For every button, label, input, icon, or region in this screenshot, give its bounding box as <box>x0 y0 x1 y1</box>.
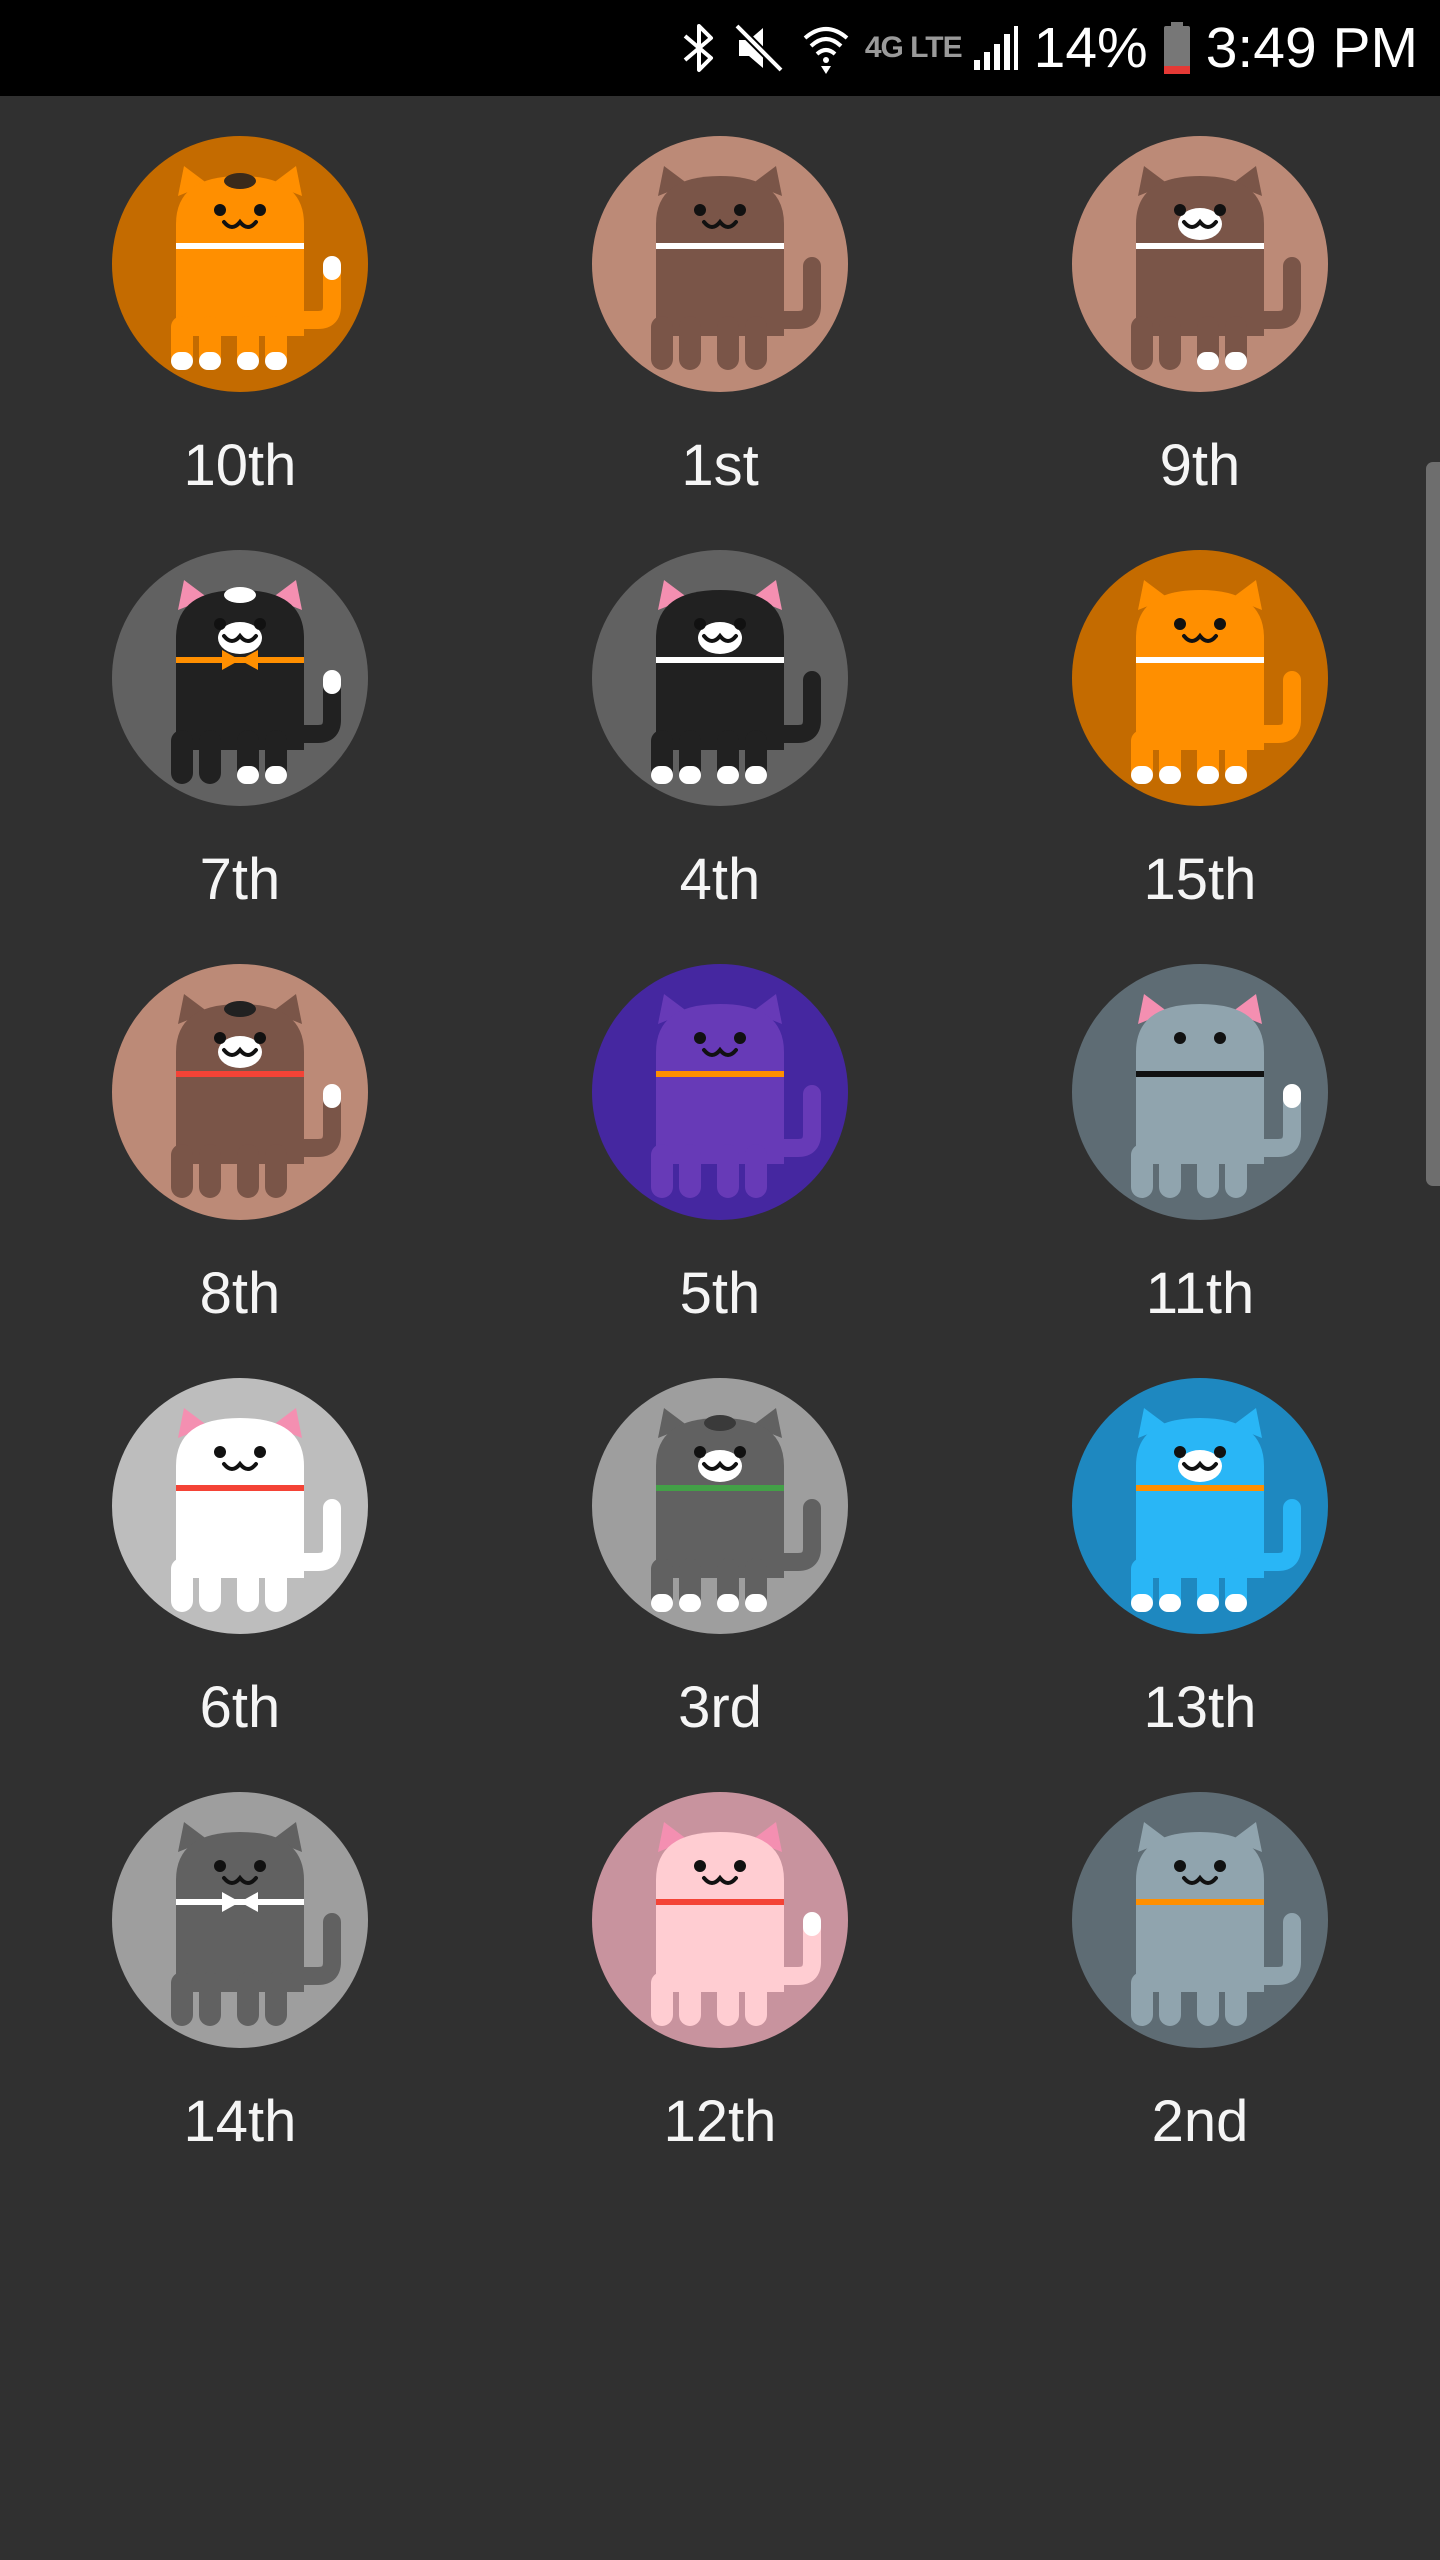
cat-label: 15th <box>1143 847 1257 912</box>
cat-item[interactable]: 10th <box>0 96 480 510</box>
cat-label: 7th <box>199 847 281 912</box>
cat-item[interactable]: 7th <box>0 510 480 924</box>
cat-icon <box>592 550 848 806</box>
cat-icon <box>1072 136 1328 392</box>
cat-item[interactable]: 4th <box>480 510 960 924</box>
battery-percent: 14% <box>1033 16 1148 80</box>
cat-label: 13th <box>1143 1675 1257 1740</box>
cat-item[interactable]: 15th <box>960 510 1440 924</box>
lte-icon: 4G LTE <box>864 31 963 64</box>
cat-icon <box>112 136 368 392</box>
cat-item[interactable]: 3rd <box>480 1338 960 1752</box>
cat-label: 5th <box>679 1261 761 1326</box>
cat-item[interactable]: 6th <box>0 1338 480 1752</box>
clock: 3:49 PM <box>1205 16 1418 80</box>
cat-icon <box>592 1792 848 2048</box>
wifi-icon <box>801 20 851 76</box>
cat-icon <box>1072 964 1328 1220</box>
cat-label: 6th <box>199 1675 281 1740</box>
cat-item[interactable]: 12th <box>480 1752 960 2166</box>
cat-icon <box>112 964 368 1220</box>
cat-icon <box>112 550 368 806</box>
cat-label: 9th <box>1159 433 1241 498</box>
cat-icon <box>592 1378 848 1634</box>
mute-icon <box>731 20 787 76</box>
cat-item[interactable]: 5th <box>480 924 960 1338</box>
cat-icon <box>1072 1378 1328 1634</box>
cat-item[interactable]: 1st <box>480 96 960 510</box>
cat-icon <box>592 136 848 392</box>
cat-item[interactable]: 14th <box>0 1752 480 2166</box>
cat-label: 2nd <box>1151 2089 1249 2154</box>
cat-label: 8th <box>199 1261 281 1326</box>
cat-icon <box>112 1792 368 2048</box>
scrollbar-thumb[interactable] <box>1426 462 1440 1186</box>
cat-item[interactable]: 8th <box>0 924 480 1338</box>
cat-label: 3rd <box>678 1675 762 1740</box>
cat-label: 14th <box>183 2089 297 2154</box>
cat-label: 10th <box>183 433 297 498</box>
cat-item[interactable]: 2nd <box>960 1752 1440 2166</box>
status-icons: 4G LTE 14% 3:49 PM <box>681 0 1418 96</box>
cat-label: 4th <box>679 847 761 912</box>
cat-label: 12th <box>663 2089 777 2154</box>
cat-item[interactable]: 9th <box>960 96 1440 510</box>
cat-item[interactable]: 13th <box>960 1338 1440 1752</box>
status-bar: 4G LTE 14% 3:49 PM <box>0 0 1440 96</box>
cat-item[interactable]: 11th <box>960 924 1440 1338</box>
cat-icon <box>592 964 848 1220</box>
cat-label: 11th <box>1145 1261 1255 1326</box>
cat-icon <box>1072 1792 1328 2048</box>
cat-label: 1st <box>681 433 759 498</box>
cat-icon <box>112 1378 368 1634</box>
cat-icon <box>1072 550 1328 806</box>
battery-icon <box>1162 20 1192 76</box>
signal-icon <box>972 24 1020 72</box>
bluetooth-icon <box>681 20 717 76</box>
